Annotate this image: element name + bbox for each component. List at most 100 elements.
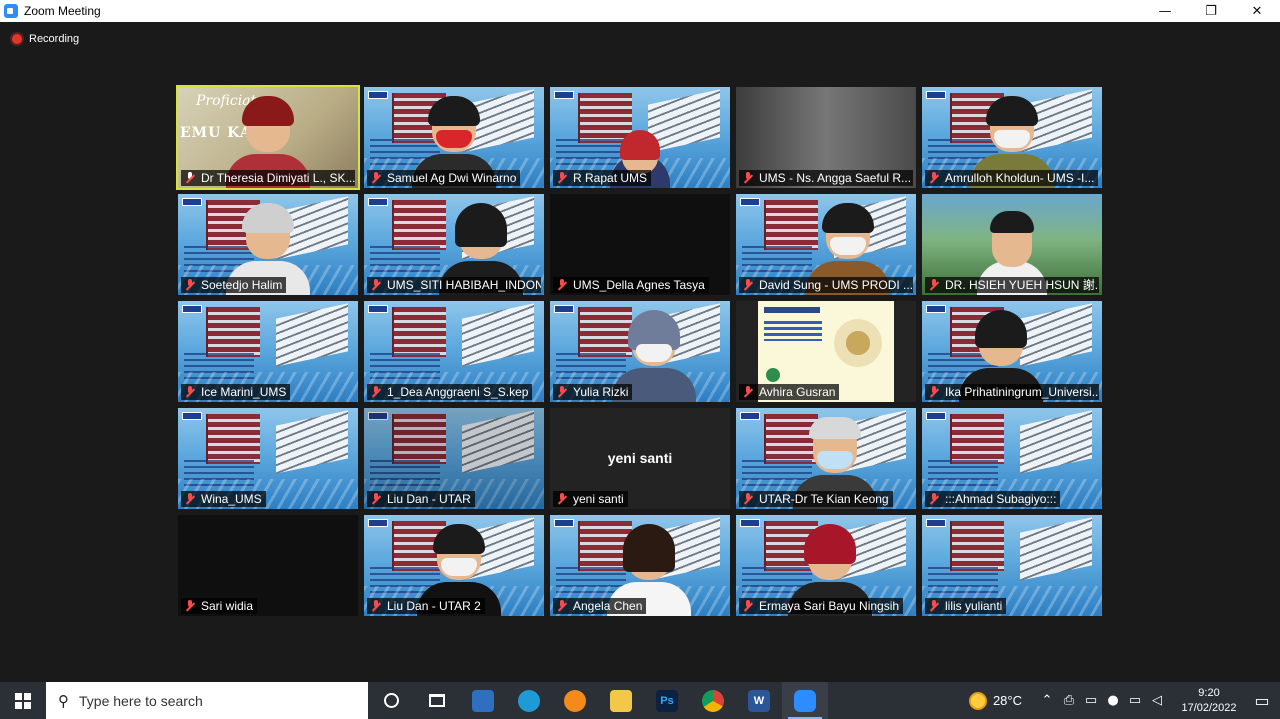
participant-namebar: Yulia Rizki <box>553 384 633 400</box>
participant-namebar: yeni santi <box>553 491 628 507</box>
edge-icon <box>518 689 540 712</box>
muted-mic-icon <box>184 386 196 398</box>
participant-tile[interactable]: Liu Dan - UTAR <box>364 408 544 509</box>
taskbar-app-search-tool[interactable] <box>552 682 598 719</box>
participant-namebar: UMS - Ns. Angga Saeful R... <box>739 170 913 186</box>
windows-logo-icon <box>15 692 31 709</box>
participant-name: Angela Chen <box>573 599 643 613</box>
participant-name: R Rapat UMS <box>573 171 648 185</box>
participant-namebar: Ermaya Sari Bayu Ningsih <box>739 598 904 614</box>
window-titlebar: Zoom Meeting — ❐ ✕ <box>0 0 1280 22</box>
participant-tile[interactable]: Liu Dan - UTAR 2 <box>364 515 544 616</box>
muted-mic-icon <box>742 172 754 184</box>
cortana-button[interactable] <box>368 682 414 719</box>
participant-name: UMS_SITI HABIBAH_INDON... <box>387 278 541 292</box>
taskbar-app-photos[interactable] <box>460 682 506 719</box>
taskbar-apps: Ps W <box>368 682 828 719</box>
meet-now-icon[interactable]: ⎙ <box>1058 693 1080 708</box>
muted-mic-icon <box>742 386 754 398</box>
participant-namebar: 1_Dea Anggraeni S_S.kep <box>367 384 533 400</box>
participant-placeholder-name: yeni santi <box>607 450 673 466</box>
task-view-button[interactable] <box>414 682 460 719</box>
volume-muted-icon[interactable]: ◁ <box>1146 693 1168 708</box>
participant-tile[interactable]: yeni santi yeni santi <box>550 408 730 509</box>
participant-namebar: Ice Marini_UMS <box>181 384 291 400</box>
participant-name: :::Ahmad Subagiyo::: <box>945 492 1057 506</box>
microphone-icon[interactable]: ● <box>1102 693 1124 708</box>
participant-namebar: UTAR-Dr Te Kian Keong <box>739 491 893 507</box>
taskbar-search[interactable]: ⚲ Type here to search <box>46 682 368 719</box>
muted-mic-icon <box>928 279 940 291</box>
participant-namebar: Wina_UMS <box>181 491 266 507</box>
participant-tile[interactable]: Yulia Rizki <box>550 301 730 402</box>
restore-button[interactable]: ❐ <box>1188 0 1234 22</box>
search-placeholder: Type here to search <box>79 692 203 709</box>
participant-tile[interactable]: lilis yulianti <box>922 515 1102 616</box>
muted-mic-icon <box>928 600 940 612</box>
muted-mic-icon <box>370 386 382 398</box>
participant-namebar: R Rapat UMS <box>553 170 652 186</box>
close-button[interactable]: ✕ <box>1234 0 1280 22</box>
magnifier-app-icon <box>564 689 586 712</box>
participant-name: Yulia Rizki <box>573 385 629 399</box>
weather-temperature[interactable]: 28°C <box>993 693 1022 708</box>
window-controls: — ❐ ✕ <box>1142 0 1280 22</box>
participant-name: 1_Dea Anggraeni S_S.kep <box>387 385 529 399</box>
word-icon: W <box>748 689 770 712</box>
participant-tile[interactable]: UMS - Ns. Angga Saeful R... <box>736 87 916 188</box>
taskbar-app-chrome[interactable] <box>690 682 736 719</box>
camera-icon[interactable]: ▭ <box>1080 693 1102 708</box>
participant-tile[interactable]: 1_Dea Anggraeni S_S.kep <box>364 301 544 402</box>
participant-tile[interactable]: UMS_Della Agnes Tasya <box>550 194 730 295</box>
participant-tile[interactable]: UMS_SITI HABIBAH_INDON... <box>364 194 544 295</box>
participant-tile[interactable]: DR. HSIEH YUEH HSUN 謝... <box>922 194 1102 295</box>
recording-indicator[interactable]: Recording <box>12 33 79 45</box>
meeting-area: Recording Proficiat EMU KANGE Dr Theresi… <box>0 22 1280 682</box>
participant-tile[interactable]: UTAR-Dr Te Kian Keong <box>736 408 916 509</box>
muted-mic-icon <box>184 279 196 291</box>
participant-tile[interactable]: Wina_UMS <box>178 408 358 509</box>
participant-tile[interactable]: R Rapat UMS <box>550 87 730 188</box>
participant-tile[interactable]: Proficiat EMU KANGE Dr Theresia Dimiyati… <box>176 85 360 190</box>
taskbar-app-photoshop[interactable]: Ps <box>644 682 690 719</box>
participant-tile[interactable]: Sari widia <box>178 515 358 616</box>
participant-tile[interactable]: Soetedjo Halim <box>178 194 358 295</box>
taskbar-app-word[interactable]: W <box>736 682 782 719</box>
participant-tile[interactable]: Avhira Gusran <box>736 301 916 402</box>
participant-tile[interactable]: Ermaya Sari Bayu Ningsih <box>736 515 916 616</box>
muted-mic-icon <box>370 172 382 184</box>
notification-icon[interactable]: ▭ <box>1244 691 1280 710</box>
zoom-app-icon <box>4 4 18 18</box>
muted-mic-icon <box>556 386 568 398</box>
participant-namebar: David Sung - UMS PRODI ... <box>739 277 913 293</box>
participant-tile[interactable]: Angela Chen <box>550 515 730 616</box>
taskbar-clock[interactable]: 9:20 17/02/2022 <box>1174 686 1244 716</box>
muted-mic-icon <box>556 600 568 612</box>
start-button[interactable] <box>0 682 46 719</box>
participant-tile[interactable]: :::Ahmad Subagiyo::: <box>922 408 1102 509</box>
network-icon[interactable]: ▭ <box>1124 693 1146 708</box>
participant-namebar: Amrulloh Kholdun- UMS -I... <box>925 170 1099 186</box>
muted-mic-icon <box>556 279 568 291</box>
taskbar-app-edge[interactable] <box>506 682 552 719</box>
muted-mic-icon <box>370 600 382 612</box>
taskbar-app-file-explorer[interactable] <box>598 682 644 719</box>
taskbar-app-zoom[interactable] <box>782 682 828 719</box>
clock-time: 9:20 <box>1198 686 1220 699</box>
participant-tile[interactable]: Ika Prihatiningrum_Universi... <box>922 301 1102 402</box>
participant-name: Liu Dan - UTAR <box>387 492 471 506</box>
participant-tile[interactable]: David Sung - UMS PRODI ... <box>736 194 916 295</box>
participant-namebar: Samuel Ag Dwi Winarno <box>367 170 521 186</box>
chevron-up-icon[interactable]: ⌃ <box>1036 693 1058 708</box>
participant-tile[interactable]: Amrulloh Kholdun- UMS -I... <box>922 87 1102 188</box>
participant-name: Avhira Gusran <box>759 385 836 399</box>
participant-namebar: Soetedjo Halim <box>181 277 287 293</box>
weather-sun-icon[interactable] <box>968 691 987 710</box>
minimize-button[interactable]: — <box>1142 0 1188 22</box>
muted-mic-icon <box>556 493 568 505</box>
participant-tile[interactable]: Samuel Ag Dwi Winarno <box>364 87 544 188</box>
participant-namebar: UMS_SITI HABIBAH_INDON... <box>367 277 541 293</box>
windows-taskbar: ⚲ Type here to search Ps W 28°C ⌃ ⎙ ▭ ● … <box>0 682 1280 719</box>
cortana-circle-icon <box>383 693 399 708</box>
participant-tile[interactable]: Ice Marini_UMS <box>178 301 358 402</box>
